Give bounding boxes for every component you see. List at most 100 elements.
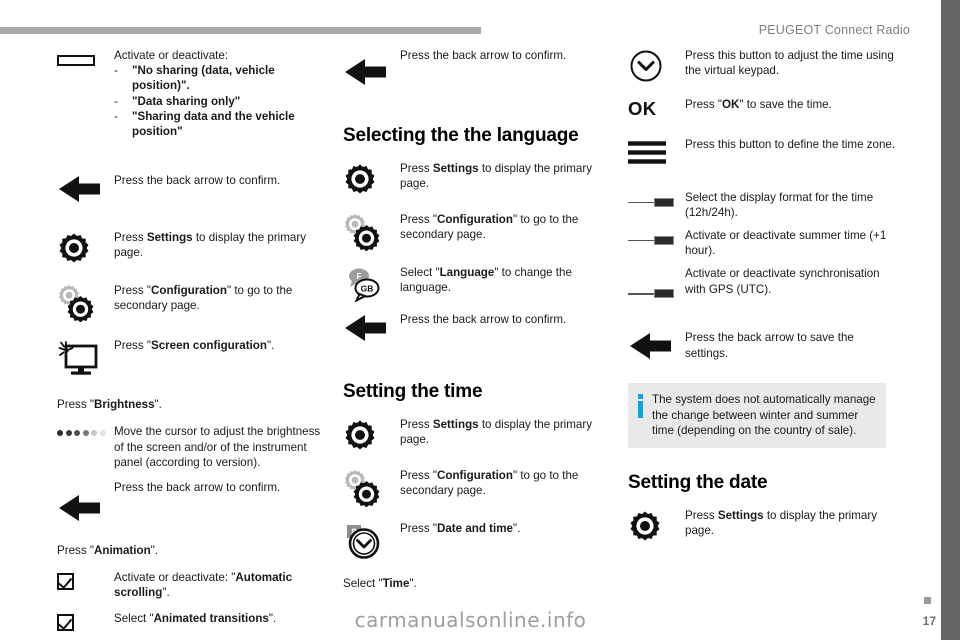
date-and-time-text: Press "Date and time". [400, 522, 521, 535]
date-and-time-clock-icon-cell: 8 [343, 521, 400, 560]
header-rule [0, 27, 481, 34]
configuration-row-3: Press "Configuration" to go to the secon… [343, 468, 618, 507]
back-arrow-icon-cell [343, 48, 400, 87]
back-arrow-icon[interactable] [57, 174, 101, 204]
configuration-gears-icon[interactable] [343, 469, 385, 507]
adjust-time-keypad-row: Press this button to adjust the time usi… [628, 48, 900, 83]
slider-knob[interactable] [654, 235, 674, 245]
slider-icon-cell [628, 266, 685, 300]
bullet-1: "Data sharing only" [132, 94, 241, 108]
time-zone-text: Press this button to define the time zon… [685, 137, 896, 151]
back-arrow-confirm-text-4: Press the back arrow to confirm. [400, 313, 567, 326]
info-icon-stem [638, 401, 643, 419]
sharing-options-row: Activate or deactivate: - "No sharing (d… [57, 48, 332, 139]
slider-knob[interactable] [654, 289, 674, 299]
page-number: 17 [922, 614, 936, 628]
back-arrow-icon[interactable] [628, 331, 672, 361]
back-arrow-confirm-row-2: Press the back arrow to confirm. [57, 480, 332, 523]
back-arrow-icon-cell [343, 312, 400, 343]
brightness-dots-icon[interactable] [57, 430, 106, 437]
back-arrow-icon[interactable] [343, 57, 387, 87]
back-arrow-icon-cell [57, 480, 114, 523]
language-speech-bubbles-icon-cell: F GB [343, 265, 400, 302]
adjust-time-keypad-text: Press this button to adjust the time usi… [685, 49, 894, 78]
column-right: Press this button to adjust the time usi… [628, 48, 900, 543]
slider-icon[interactable] [628, 288, 674, 300]
info-icon-dot [638, 394, 643, 400]
brightness-cursor-text: Move the cursor to adjust the brightness… [114, 425, 321, 469]
ok-icon-cell: OK [628, 97, 685, 119]
page-gutter-bar [941, 0, 960, 640]
configuration-gears-icon[interactable] [343, 213, 385, 251]
checkbox-checked-icon[interactable] [57, 573, 74, 591]
chevron-down-circle-icon[interactable] [628, 49, 668, 83]
summer-time-row: Activate or deactivate summer time (+1 h… [628, 228, 900, 258]
screen-brightness-monitor-icon[interactable] [57, 339, 101, 379]
press-animation-text: Press "Animation". [57, 544, 159, 558]
automatic-scrolling-text: Activate or deactivate: "Automatic scrol… [114, 571, 293, 600]
back-arrow-icon[interactable] [57, 493, 101, 523]
back-arrow-confirm-text-1: Press the back arrow to confirm. [114, 174, 281, 188]
settings-gear-icon[interactable] [57, 231, 91, 265]
configuration-gears-icon[interactable] [57, 284, 99, 323]
list-item: - "Sharing data and the vehicle position… [114, 109, 332, 139]
settings-gear-icon[interactable] [343, 418, 377, 452]
settings-row-text-3: Press Settings to display the primary pa… [400, 418, 593, 447]
dash-marker: - [114, 109, 118, 123]
dot-4 [82, 430, 89, 437]
dash-marker: - [114, 94, 118, 108]
back-arrow-icon-cell [628, 330, 685, 361]
settings-gear-icon[interactable] [628, 509, 662, 543]
time-zone-row: Press this button to define the time zon… [628, 137, 900, 168]
settings-gear-icon-cell [343, 417, 400, 452]
slider-icon[interactable] [628, 197, 674, 209]
heading-setting-time: Setting the time [343, 381, 483, 402]
settings-gear-icon-cell [628, 508, 685, 543]
settings-row-text-1: Press Settings to display the primary pa… [114, 231, 307, 260]
ok-save-time-row: OK Press "OK" to save the time. [628, 97, 900, 119]
heading-setting-date: Setting the date [628, 471, 768, 493]
back-arrow-confirm-row-4: Press the back arrow to confirm. [343, 312, 618, 343]
slider-knob[interactable] [654, 197, 674, 207]
bullet-2: "Sharing data and the vehicle position" [132, 109, 295, 139]
bar-1 [628, 140, 666, 146]
date-and-time-clock-icon[interactable]: 8 [343, 522, 387, 560]
select-time-text: Select "Time". [343, 577, 417, 590]
configuration-gears-icon-cell [343, 212, 400, 251]
brightness-cursor-row: Move the cursor to adjust the brightness… [57, 424, 332, 470]
manual-page: PEUGEOT Connect Radio Activate or deacti… [0, 0, 960, 640]
bar-2 [628, 149, 666, 155]
time-format-row: Select the display format for the time (… [628, 190, 900, 220]
configuration-gears-icon-cell [57, 283, 114, 323]
list-item: - "No sharing (data, vehicle position)". [114, 63, 332, 93]
checkbox-icon-cell [57, 570, 114, 591]
slider-icon[interactable] [628, 235, 674, 247]
settings-gear-icon-cell [343, 161, 400, 196]
language-speech-bubbles-icon[interactable]: F GB [343, 266, 387, 302]
dot-3 [74, 430, 80, 437]
info-icon [638, 394, 643, 419]
time-zone-bars-icon[interactable] [628, 140, 666, 168]
toggle-switch-icon[interactable] [57, 55, 95, 66]
back-arrow-confirm-text-3: Press the back arrow to confirm. [400, 49, 567, 62]
back-arrow-icon[interactable] [343, 313, 387, 343]
slider-icon-cell [628, 190, 685, 209]
ok-icon[interactable]: OK [628, 99, 656, 119]
info-note-text: The system does not automatically manage… [652, 393, 876, 437]
settings-row-3: Press Settings to display the primary pa… [343, 417, 618, 452]
column-left: Activate or deactivate: - "No sharing (d… [57, 48, 332, 631]
summer-time-text: Activate or deactivate summer time (+1 h… [685, 228, 887, 258]
sharing-intro-label: Activate or deactivate: [114, 49, 229, 62]
sharing-bullet-list: - "No sharing (data, vehicle position)".… [114, 63, 332, 139]
time-format-text: Select the display format for the time (… [685, 190, 874, 219]
configuration-row-text-1: Press "Configuration" to go to the secon… [114, 284, 293, 313]
page-title: PEUGEOT Connect Radio [758, 23, 910, 37]
language-row-text: Select "Language" to change the language… [400, 266, 572, 295]
settings-gear-icon-cell [57, 230, 114, 265]
settings-gear-icon[interactable] [343, 162, 377, 196]
automatic-scrolling-row: Activate or deactivate: "Automatic scrol… [57, 570, 332, 600]
settings-row-text-4: Press Settings to display the primary pa… [685, 508, 878, 538]
back-arrow-confirm-text-2: Press the back arrow to confirm. [114, 481, 281, 495]
slider-icon-cell [628, 228, 685, 247]
settings-row-2: Press Settings to display the primary pa… [343, 161, 618, 196]
